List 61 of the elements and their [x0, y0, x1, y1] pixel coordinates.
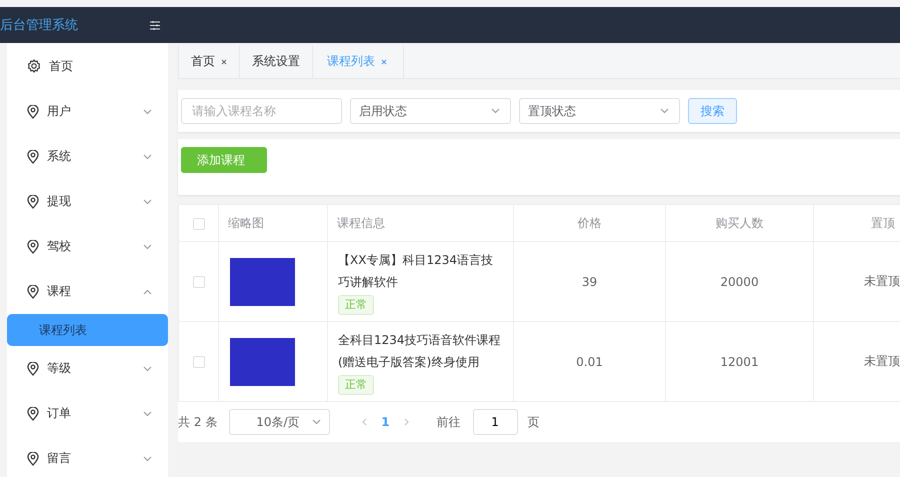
select-all-checkbox[interactable] [192, 218, 204, 230]
chevron-down-icon [660, 108, 669, 114]
menu-group[interactable]: 提现 [7, 179, 168, 224]
menu-group[interactable]: 驾校 [7, 224, 168, 269]
location-pin-icon [27, 362, 39, 376]
column-header: 课程信息 [328, 204, 514, 242]
chevron-down-icon [143, 366, 152, 372]
goto-suffix: 页 [528, 414, 540, 430]
column-header: 购买人数 [666, 204, 814, 242]
page-tab[interactable]: 首页 [178, 45, 240, 78]
menu-group[interactable]: 系统 [7, 134, 168, 179]
prev-page-icon[interactable] [362, 418, 368, 426]
chevron-down-icon [491, 108, 500, 114]
photo-placeholder [230, 338, 295, 386]
chevron-down-icon [143, 244, 152, 250]
chevron-up-icon [143, 288, 152, 294]
menu-toggle-icon[interactable] [150, 20, 160, 30]
app-title: 后台管理系统 [0, 17, 79, 34]
location-pin-icon [27, 284, 39, 298]
total-count: 共 2 条 [178, 414, 218, 430]
column-header: 缩略图 [218, 204, 328, 242]
location-pin-icon [27, 104, 39, 118]
location-pin-icon [27, 406, 39, 420]
course-title: 【XX专属】科目1234语言技巧讲解软件 [338, 252, 494, 290]
status-tag: 正常 [338, 294, 374, 314]
submenu-item[interactable]: 课程列表 [7, 314, 168, 346]
chevron-down-icon [143, 410, 152, 416]
location-pin-icon [27, 194, 39, 208]
chevron-down-icon [143, 456, 152, 462]
next-page-icon[interactable] [404, 418, 409, 426]
menu-group[interactable]: 订单 [7, 391, 168, 436]
menu-group[interactable]: 用户 [7, 89, 168, 134]
menu-group[interactable]: 课程 [7, 269, 168, 314]
menu-item[interactable]: 首页 [7, 43, 168, 89]
close-icon[interactable] [381, 58, 387, 64]
status-select[interactable]: 启用状态 [350, 98, 511, 124]
menu-group[interactable]: 等级 [7, 346, 168, 391]
close-icon[interactable] [221, 58, 227, 64]
location-pin-icon [27, 150, 39, 164]
course-name-field[interactable]: 请输入课程名称 [181, 98, 342, 124]
chevron-down-icon [312, 419, 322, 425]
course-title: 全科目1234技巧语音软件课程(赠送电子版答案)终身使用 [338, 332, 502, 370]
goto-page-field[interactable]: 1 [472, 409, 518, 435]
row-checkbox[interactable] [192, 276, 204, 288]
chevron-down-icon [143, 154, 152, 160]
chevron-down-icon [143, 108, 152, 114]
location-pin-icon [27, 452, 39, 466]
location-pin-icon [27, 240, 39, 254]
price-cell: 39 [514, 242, 666, 322]
menu-group[interactable]: 留言 [7, 436, 168, 477]
status-tag: 正常 [338, 374, 374, 394]
status-select[interactable]: 置顶状态 [519, 98, 680, 124]
page-size-select[interactable]: 10条/页 [229, 409, 330, 435]
chevron-down-icon [143, 198, 152, 204]
goto-label: 前往 [436, 414, 461, 430]
settings-icon [27, 59, 41, 73]
column-header: 价格 [514, 204, 666, 242]
row-checkbox[interactable] [192, 356, 204, 368]
photo-placeholder [230, 258, 295, 306]
buyers-cell: 20000 [666, 242, 814, 322]
column-header: 置顶 [814, 204, 900, 242]
